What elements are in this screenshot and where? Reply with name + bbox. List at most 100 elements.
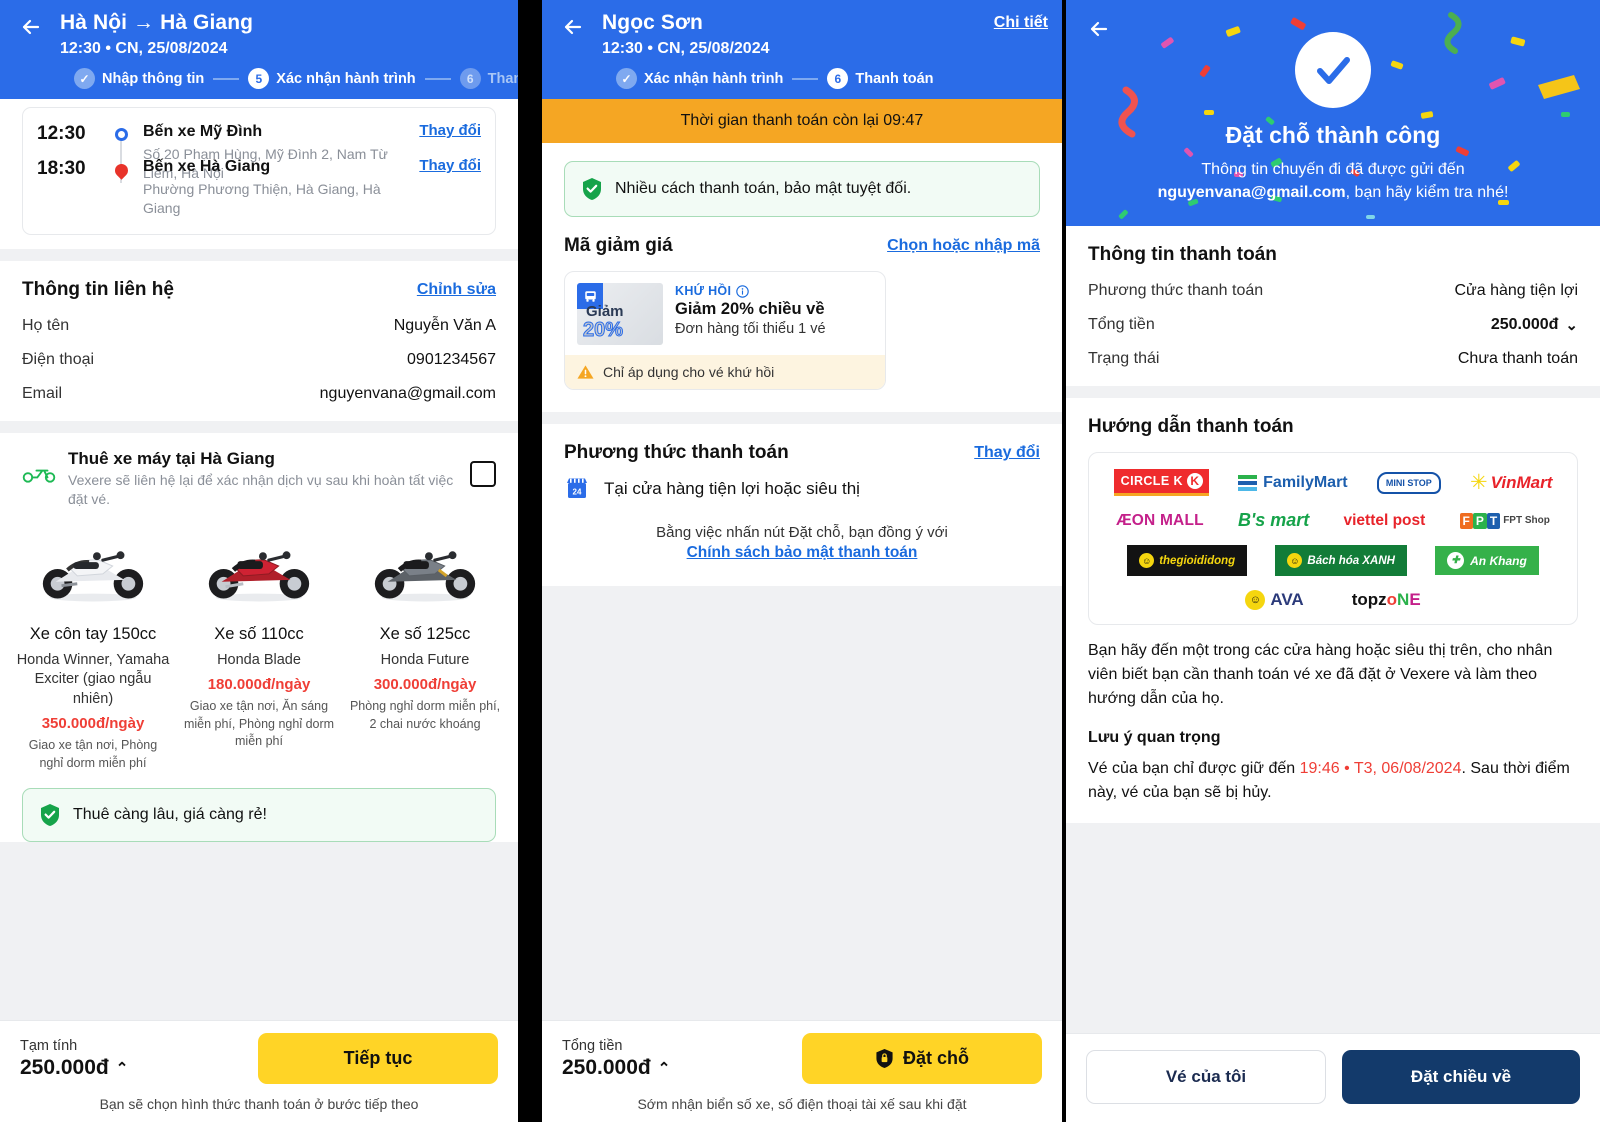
payinfo-method-value: Cửa hàng tiện lợi: [1454, 282, 1579, 300]
logo-an-khang-text: An Khang: [1470, 553, 1527, 568]
detail-link[interactable]: Chi tiết: [994, 10, 1048, 32]
filler: [1066, 823, 1600, 1033]
subtotal-block[interactable]: Tạm tính 250.000đ ⌃: [20, 1038, 128, 1080]
change-payment-link[interactable]: Thay đổi: [974, 444, 1040, 462]
shield-check-icon: [583, 178, 601, 201]
step-xac-nhan-hanh-trinh[interactable]: 5 Xác nhận hành trình: [248, 68, 416, 90]
step-thanh-toan[interactable]: 6 Thanh toán: [827, 68, 934, 90]
voucher-title: Giảm 20% chiều về: [675, 300, 825, 319]
logo-thegioididong: ☺ thegioididong: [1127, 545, 1248, 577]
bike-option[interactable]: Xe số 125cc Honda Future 300.000đ/ngày P…: [342, 517, 508, 773]
panel-booking-success: Đặt chỗ thành công Thông tin chuyến đi đ…: [1066, 0, 1600, 1122]
success-line2: , bạn hãy kiểm tra nhé!: [1345, 184, 1509, 202]
payinfo-total-value-row[interactable]: 250.000đ ⌄: [1491, 316, 1578, 334]
step-thanh-toan[interactable]: 6 Thanh toán: [459, 68, 518, 90]
step-nhap-thong-tin[interactable]: ✓ Nhập thông tin: [74, 68, 204, 90]
svg-text:24: 24: [573, 488, 582, 497]
logo-vinmart: ✳ VinMart: [1470, 472, 1552, 493]
back-button[interactable]: [1082, 12, 1116, 46]
panel-trip-confirmation: Hà Nội → Hà Giang 12:30 • CN, 25/08/2024…: [0, 0, 518, 1122]
book-button[interactable]: Đặt chỗ: [802, 1033, 1042, 1084]
subtotal-label: Tạm tính: [20, 1037, 78, 1054]
trip-datetime: 12:30 • CN, 25/08/2024: [60, 40, 228, 58]
selected-payment-method[interactable]: 24 Tại cửa hàng tiện lợi hoặc siêu thị: [542, 470, 1062, 502]
book-button-label: Đặt chỗ: [902, 1048, 969, 1068]
step-2-bubble: 5: [248, 68, 270, 90]
motorbike-rental-section: Thuê xe máy tại Hà Giang Vexere sẽ liên …: [0, 433, 518, 843]
step-1-bubble: ✓: [616, 68, 637, 90]
filler: [542, 586, 1062, 1020]
section-divider: [0, 420, 518, 433]
step-3-bubble: 6: [459, 68, 481, 90]
bike-image-110cc: [182, 517, 336, 621]
origin-dot-icon: [114, 128, 128, 142]
info-icon[interactable]: [736, 284, 749, 298]
back-button[interactable]: [556, 10, 590, 44]
pickup-station-name: Bến xe Mỹ Đình: [143, 123, 263, 141]
my-tickets-button[interactable]: Vé của tôi: [1086, 1050, 1326, 1104]
edit-contact-link[interactable]: Chỉnh sửa: [417, 281, 496, 299]
contact-phone-label: Điện thoại: [22, 350, 95, 368]
voucher-thumb-line2: 20%: [582, 319, 624, 342]
voucher-thumb-line1: Giảm: [586, 303, 624, 321]
fpt-mark-icon: FPT: [1459, 512, 1501, 529]
warning-icon: [577, 365, 594, 379]
check-circle-icon: [1295, 32, 1371, 108]
total-amount-row[interactable]: 250.000đ ⌃: [562, 1056, 670, 1080]
bike-perks: Giao xe tận nơi, Ăn sáng miễn phí, Phòng…: [183, 699, 335, 749]
agreement-block: Bằng việc nhấn nút Đặt chỗ, bạn đồng ý v…: [542, 502, 1062, 562]
total-label: Tổng tiền: [562, 1037, 623, 1054]
status-badge: Chưa thanh toán: [1457, 350, 1578, 368]
voucher-card[interactable]: Giảm 20% KHỨ HỒI Giảm 20% chiều về Đơn h…: [564, 271, 886, 391]
step-1-label: Xác nhận hành trình: [644, 70, 784, 87]
book-return-trip-button[interactable]: Đặt chiều về: [1342, 1050, 1580, 1104]
motorbike-checkbox[interactable]: [470, 460, 496, 487]
total-amount: 250.000đ: [562, 1055, 651, 1079]
store-icon: 24: [567, 478, 587, 499]
logo-row-3: ☺ thegioididong ☺ Bách hóa XANH ✚ An Khang: [1099, 545, 1567, 577]
section-divider: [542, 412, 1062, 425]
change-dropoff-link[interactable]: Thay đổi: [419, 157, 481, 174]
change-pickup-link[interactable]: Thay đổi: [419, 122, 481, 139]
subtotal-amount-row[interactable]: 250.000đ ⌃: [20, 1056, 128, 1080]
logo-fpt-shop: FPT FPT Shop: [1459, 512, 1550, 529]
logo-ava-text: AVA: [1270, 590, 1304, 610]
chevron-down-icon[interactable]: ⌄: [1565, 316, 1578, 334]
motorbike-description: Vexere sẽ liên hệ lại để xác nhận dịch v…: [68, 471, 454, 507]
familymart-bars-icon: [1238, 474, 1258, 491]
chevron-up-icon[interactable]: ⌃: [116, 1059, 129, 1077]
step-connector: [792, 77, 819, 80]
trip-card-wrapper: 12:30 Bến xe Mỹ Đình Số 20 Phạm Hùng, Mỹ…: [0, 99, 518, 249]
contact-email-value: nguyenvana@gmail.com: [319, 384, 496, 402]
continue-button[interactable]: Tiếp tục: [258, 1033, 498, 1084]
dropoff-time: 18:30: [37, 158, 86, 180]
logo-an-khang: ✚ An Khang: [1435, 546, 1539, 576]
voucher-subtitle: Đơn hàng tối thiểu 1 vé: [675, 321, 826, 338]
progress-stepper: ✓ Xác nhận hành trình 6 Thanh toán: [556, 68, 1048, 90]
panel1-footer: Tạm tính 250.000đ ⌃ Tiếp tục Bạn sẽ chọn…: [0, 1020, 518, 1122]
back-button[interactable]: [14, 10, 48, 44]
bike-image-150cc: [16, 517, 170, 621]
chevron-up-icon[interactable]: ⌃: [658, 1059, 671, 1077]
logo-row-1: CIRCLE KK FamilyMart MINI STOP ✳ VinMart: [1099, 469, 1567, 497]
contact-section-title: Thông tin liên hệ: [22, 278, 174, 300]
total-block[interactable]: Tổng tiền 250.000đ ⌃: [562, 1038, 670, 1080]
payinfo-row-total[interactable]: Tổng tiền 250.000đ ⌄: [1088, 316, 1578, 334]
logo-ministop: MINI STOP: [1376, 471, 1441, 494]
trip-card: 12:30 Bến xe Mỹ Đình Số 20 Phạm Hùng, Mỹ…: [22, 107, 496, 235]
privacy-policy-link[interactable]: Chính sách bảo mật thanh toán: [687, 544, 918, 562]
bike-name: Xe số 110cc: [214, 624, 304, 643]
panel2-body: Nhiều cách thanh toán, bảo mật tuyệt đối…: [542, 143, 1062, 1020]
step-xac-nhan-hanh-trinh[interactable]: ✓ Xác nhận hành trình: [616, 68, 784, 90]
choose-promo-link[interactable]: Chọn hoặc nhập mã: [887, 237, 1040, 255]
bike-option[interactable]: Xe số 110cc Honda Blade 180.000đ/ngày Gi…: [176, 517, 342, 773]
payinfo-total-label: Tổng tiền: [1088, 316, 1155, 334]
bike-option[interactable]: Xe côn tay 150cc Honda Winner, Yamaha Ex…: [10, 517, 176, 773]
panel2-footer: Tổng tiền 250.000đ ⌃ Đặt chỗ Sớm nhận bi…: [542, 1020, 1062, 1122]
step-2-label: Xác nhận hành trình: [276, 70, 416, 87]
step-1-bubble: ✓: [74, 68, 95, 90]
contact-row-email: Email nguyenvana@gmail.com: [22, 385, 496, 403]
panel3-footer: Vé của tôi Đặt chiều về: [1066, 1033, 1600, 1122]
bike-perks: Giao xe tận nơi, Phòng nghỉ dorm miễn ph…: [28, 738, 158, 770]
logo-ava: ☺ AVA: [1245, 590, 1304, 611]
